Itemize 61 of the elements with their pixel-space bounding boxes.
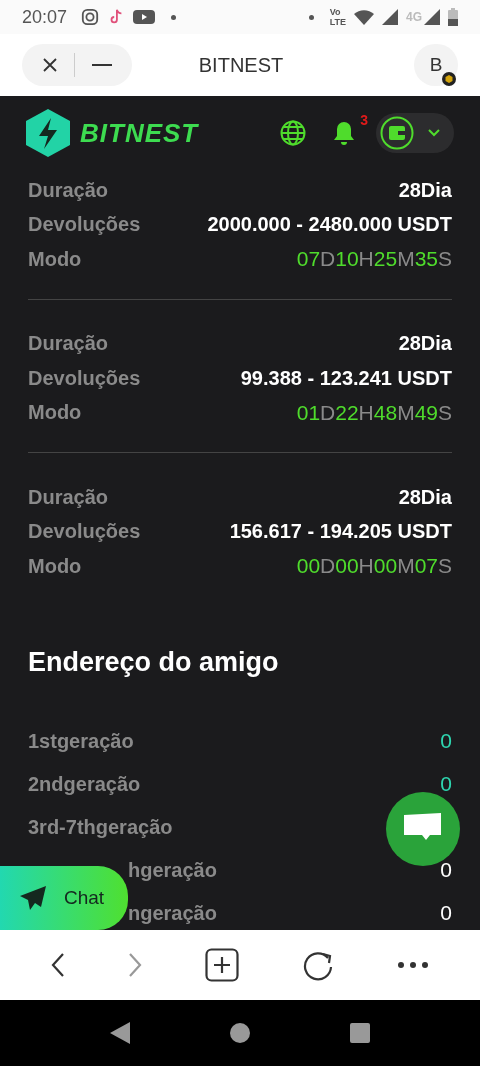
generation-label: hgeração	[128, 858, 217, 882]
notification-count: 3	[360, 112, 368, 128]
returns-value: 2000.000 - 2480.000 USDT	[207, 213, 452, 237]
field-label: Modo	[28, 554, 82, 578]
page-title: BITNEST	[197, 53, 285, 77]
battery-icon	[448, 8, 458, 26]
play-app-icon	[133, 9, 156, 25]
duration-value: 28Dia	[398, 178, 452, 202]
lightning-hexagon-icon	[26, 109, 70, 157]
countdown-timer: 01D22H48M49S	[296, 400, 452, 425]
site-avatar[interactable]: B	[414, 44, 458, 86]
cube-badge-icon	[442, 72, 456, 86]
returns-value: 156.617 - 194.205 USDT	[229, 520, 452, 544]
returns-value: 99.388 - 123.241 USDT	[240, 366, 452, 390]
generation-label: 1stgeração	[28, 729, 134, 753]
wallet-icon	[380, 116, 414, 150]
signal-icon	[424, 9, 440, 25]
notification-dot	[308, 14, 314, 20]
brand-logo: BITNEST	[80, 117, 199, 149]
status-time: 20:07	[22, 6, 68, 28]
forward-icon[interactable]	[128, 952, 143, 978]
camera-app-icon	[81, 8, 100, 26]
generation-label: ngeração	[128, 901, 217, 925]
more-icon[interactable]	[396, 961, 429, 969]
countdown-timer: 07D10H25M35S	[296, 247, 452, 272]
network-label: Vo LTE	[329, 7, 346, 27]
reload-icon[interactable]	[301, 949, 334, 981]
globe-icon[interactable]	[280, 120, 306, 146]
chat-button[interactable]: Chat	[0, 866, 128, 930]
countdown-timer: 00D00H00M07S	[296, 554, 452, 579]
duration-value: 28Dia	[398, 332, 452, 356]
field-label: Devoluções	[28, 213, 141, 237]
field-label: Modo	[28, 401, 82, 425]
wallet-button[interactable]	[376, 113, 454, 153]
field-label: Duração	[28, 332, 109, 356]
back-icon[interactable]	[51, 952, 66, 978]
new-tab-icon[interactable]	[205, 948, 239, 982]
close-icon[interactable]	[42, 57, 59, 73]
generation-count: 0	[440, 729, 452, 753]
field-label: Devoluções	[28, 520, 141, 544]
section-title: Endereço do amigo	[28, 646, 280, 678]
generation-count: 0	[440, 858, 452, 882]
home-icon[interactable]	[230, 1023, 250, 1043]
chevron-down-icon	[428, 129, 440, 137]
minimize-icon[interactable]	[91, 63, 112, 67]
send-icon	[20, 886, 46, 910]
generation-label: 3rd-7thgeração	[28, 815, 173, 839]
notification-dot	[171, 14, 177, 20]
wifi-icon	[354, 9, 374, 25]
field-label: Duração	[28, 485, 109, 509]
signal-icon	[382, 9, 398, 25]
duration-value: 28Dia	[398, 485, 452, 509]
field-label: Duração	[28, 178, 109, 202]
generation-label: 2ndgeração	[28, 772, 141, 796]
generation-count: 0	[440, 901, 452, 925]
field-label: Devoluções	[28, 366, 141, 390]
field-label: Modo	[28, 247, 82, 271]
back-icon[interactable]	[110, 1022, 130, 1044]
bell-icon[interactable]	[332, 120, 356, 146]
generation-count: 0	[440, 772, 452, 796]
network-label: 4G	[406, 10, 422, 24]
